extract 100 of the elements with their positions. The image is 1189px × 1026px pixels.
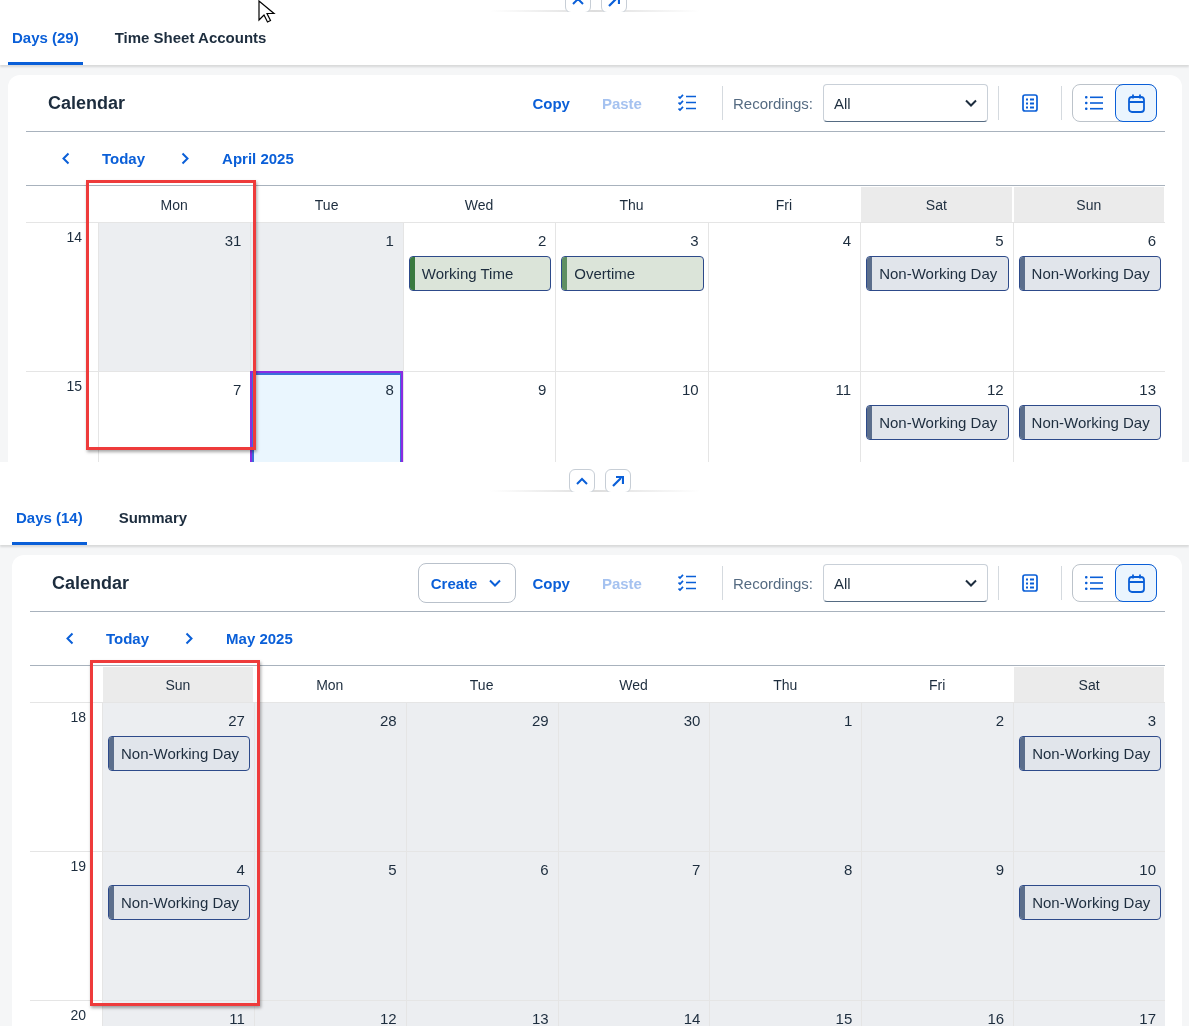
next-button[interactable]: [181, 152, 190, 165]
chevron-down-icon: [965, 99, 977, 107]
next-button[interactable]: [185, 632, 194, 645]
event-label: Non-Working Day: [120, 893, 240, 913]
event-chip[interactable]: Non-Working Day: [108, 736, 250, 771]
day-number: 6: [540, 860, 550, 878]
pin-header-button[interactable]: [605, 469, 631, 493]
event-chip[interactable]: Non-Working Day: [1019, 885, 1161, 920]
day-number: 8: [843, 860, 854, 878]
day-number: 7: [692, 860, 702, 878]
day-cell[interactable]: 16: [861, 1000, 1014, 1026]
day-cell[interactable]: 12: [253, 1000, 406, 1026]
weekday-header: Sun: [103, 667, 253, 702]
day-cell[interactable]: 28: [253, 702, 406, 851]
day-cell[interactable]: 30: [557, 702, 710, 851]
day-cell[interactable]: 17: [1013, 1000, 1165, 1026]
day-cell[interactable]: 10 Non-Working Day: [1013, 851, 1165, 1000]
day-cell[interactable]: 15: [709, 1000, 862, 1026]
event-chip[interactable]: Non-Working Day: [108, 885, 250, 920]
weekday-header: Fri: [928, 675, 947, 695]
day-number: 11: [835, 380, 853, 398]
day-number: 3: [1147, 711, 1157, 729]
event-chip[interactable]: Non-Working Day: [866, 256, 1009, 291]
grid-list-icon: [1022, 574, 1038, 592]
day-cell[interactable]: 5: [253, 851, 406, 1000]
day-cell[interactable]: 11: [102, 1000, 254, 1026]
recordings-select[interactable]: All: [823, 84, 988, 122]
day-cell[interactable]: 9: [402, 371, 556, 462]
day-number: 12: [986, 380, 1005, 398]
period-link[interactable]: May 2025: [226, 630, 293, 647]
day-number: 11: [229, 1009, 246, 1026]
day-number: 29: [531, 711, 550, 729]
day-number: 10: [1139, 860, 1157, 878]
day-cell[interactable]: 1: [709, 702, 862, 851]
day-number: 13: [531, 1009, 550, 1026]
previous-button[interactable]: [62, 152, 70, 165]
event-label: Working Time: [420, 264, 514, 284]
day-cell[interactable]: 13: [405, 1000, 558, 1026]
day-number: 4: [236, 860, 246, 878]
day-cell[interactable]: 3 Overtime: [555, 222, 708, 371]
day-number: 2: [537, 231, 548, 249]
calendar-title: Calendar: [48, 92, 127, 114]
recordings-label: Recordings:: [732, 94, 813, 112]
today-link[interactable]: Today: [106, 630, 150, 647]
weekday-header: Tue: [468, 675, 495, 695]
day-cell[interactable]: 12 Non-Working Day: [860, 371, 1013, 462]
event-chip[interactable]: Overtime: [561, 256, 704, 291]
day-cell[interactable]: 11: [707, 371, 861, 462]
calendar-icon: [1127, 93, 1145, 113]
chevron-down-icon: [965, 579, 977, 587]
today-link[interactable]: Today: [102, 150, 146, 167]
day-number: 14: [683, 1009, 702, 1026]
create-menu-button[interactable]: Create: [417, 563, 517, 603]
event-chip[interactable]: Non-Working Day: [1018, 405, 1161, 440]
day-cell[interactable]: 1: [250, 222, 403, 371]
day-cell[interactable]: 6 Non-Working Day: [1012, 222, 1165, 371]
day-number: 1: [843, 711, 854, 729]
checklist-icon: [677, 94, 696, 112]
day-cell[interactable]: 7: [98, 371, 251, 462]
day-cell[interactable]: 4 Non-Working Day: [102, 851, 254, 1000]
day-number: 5: [995, 231, 1005, 249]
day-cell[interactable]: 31: [98, 222, 251, 371]
day-cell[interactable]: 8: [709, 851, 862, 1000]
event-label: Non-Working Day: [1031, 893, 1151, 913]
period-link[interactable]: April 2025: [222, 150, 294, 167]
recordings-select[interactable]: All: [823, 564, 988, 602]
tab[interactable]: Time Sheet Accounts: [110, 12, 271, 65]
day-cell[interactable]: 10: [555, 371, 708, 462]
day-cell[interactable]: 27 Non-Working Day: [102, 702, 254, 851]
view-button[interactable]: [1115, 84, 1157, 122]
day-number: 1: [385, 231, 395, 249]
day-cell[interactable]: 6: [405, 851, 558, 1000]
event-chip[interactable]: Non-Working Day: [866, 405, 1009, 440]
toolbar-button[interactable]: Copy: [516, 85, 586, 121]
weekday-header: Sat: [1014, 667, 1164, 702]
event-chip[interactable]: Working Time: [408, 256, 552, 291]
collapse-header-button[interactable]: [569, 469, 595, 493]
day-cell[interactable]: 14: [557, 1000, 710, 1026]
day-cell[interactable]: 7: [557, 851, 710, 1000]
day-cell[interactable]: 5 Non-Working Day: [860, 222, 1013, 371]
toolbar-button[interactable]: Copy: [516, 565, 586, 601]
event-chip[interactable]: Non-Working Day: [1019, 736, 1161, 771]
day-cell[interactable]: 9: [861, 851, 1014, 1000]
day-number: 15: [835, 1009, 854, 1026]
tab[interactable]: Summary: [114, 492, 192, 545]
grid-list-icon: [1022, 94, 1038, 112]
day-cell[interactable]: 2 Working Time: [402, 222, 556, 371]
day-cell[interactable]: 29: [405, 702, 558, 851]
view-button[interactable]: [1115, 564, 1157, 602]
day-cell[interactable]: 4: [707, 222, 861, 371]
day-cell[interactable]: 3 Non-Working Day: [1013, 702, 1165, 851]
day-cell[interactable]: 2: [861, 702, 1014, 851]
day-cell[interactable]: 8: [250, 371, 403, 462]
weekday-header: Tue: [313, 195, 340, 215]
checklist-icon: [677, 574, 696, 592]
event-chip[interactable]: Non-Working Day: [1018, 256, 1161, 291]
day-cell[interactable]: 13 Non-Working Day: [1012, 371, 1165, 462]
previous-button[interactable]: [66, 632, 74, 645]
day-number: 8: [385, 380, 395, 398]
day-number: 12: [380, 1009, 398, 1026]
